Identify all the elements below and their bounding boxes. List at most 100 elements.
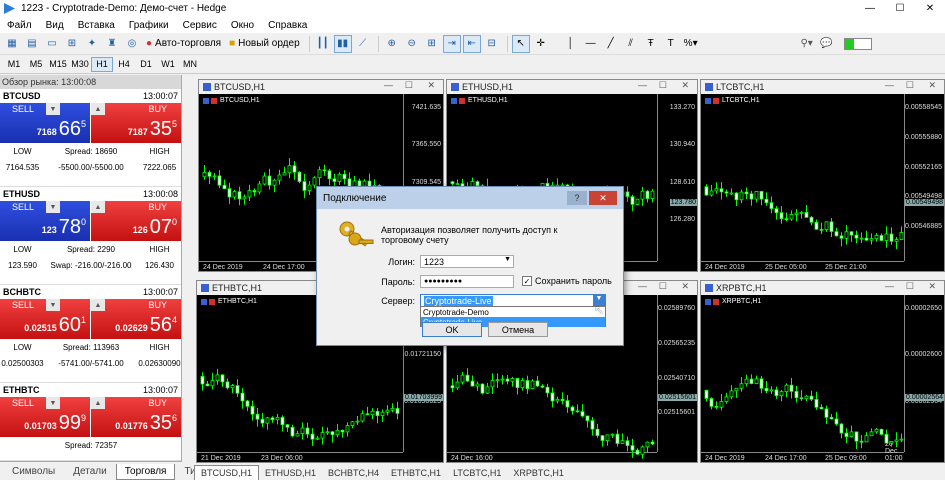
login-select[interactable]: 1223 ▼ (420, 255, 514, 268)
chart-tab-btcusd[interactable]: BTCUSD,H1 (194, 465, 260, 480)
candle-body (250, 406, 255, 415)
chart-tab-ethusd[interactable]: ETHUSD,H1 (259, 466, 322, 480)
chart-tab-ethbtc[interactable]: ETHBTC,H1 (385, 466, 447, 480)
buy-button[interactable]: ▲ BUY 0.02629 56 4 (91, 299, 181, 339)
timeframe-d1[interactable]: D1 (135, 57, 157, 72)
close-icon[interactable]: ✕ (928, 80, 936, 91)
timeframe-m1[interactable]: M1 (3, 57, 25, 72)
close-icon[interactable]: ✕ (681, 80, 689, 91)
price-tick: 0.00546885 (905, 223, 942, 231)
candle-body (245, 400, 250, 407)
indicators-icon[interactable]: ⊟ (483, 35, 501, 53)
maximize-icon[interactable]: ☐ (906, 281, 914, 292)
maximize-icon[interactable]: ☐ (659, 281, 667, 292)
maximize-icon[interactable]: ☐ (405, 80, 413, 91)
menu-charts[interactable]: Графики (122, 20, 176, 31)
vertical-line-icon[interactable]: │ (562, 35, 580, 53)
menu-help[interactable]: Справка (261, 20, 314, 31)
market-watch-icon[interactable]: ▭ (43, 35, 61, 53)
timeframe-m30[interactable]: M30 (69, 57, 91, 72)
chart-window[interactable]: XRPBTC,H1 — ☐ ✕ XRPBTC,H1 0.00002650 0.00… (700, 280, 945, 463)
sell-button[interactable]: SELL ▼ 0.02515 60 1 (0, 299, 90, 339)
zoom-out-icon[interactable]: ⊖ (403, 35, 421, 53)
line-chart-icon[interactable]: ⟋ (354, 35, 372, 53)
cancel-button[interactable]: Отмена (488, 322, 548, 337)
timeframe-m5[interactable]: M5 (25, 57, 47, 72)
sell-button[interactable]: SELL ▼ 7168 66 5 (0, 103, 90, 143)
crosshair-icon[interactable]: ✛ (532, 35, 550, 53)
tab-trading[interactable]: Торговля (115, 464, 176, 480)
sell-button[interactable]: SELL ▼ 0.01703 99 9 (0, 397, 90, 437)
chart-tab-ltcbtc[interactable]: LTCBTC,H1 (447, 466, 507, 480)
tab-details[interactable]: Детали (64, 463, 115, 480)
sell-button[interactable]: SELL ▼ 123 78 0 (0, 201, 90, 241)
text-icon[interactable]: T (662, 35, 680, 53)
profiles-icon[interactable]: ▤ (23, 35, 41, 53)
menu-tools[interactable]: Сервис (176, 20, 224, 31)
timeframe-h1[interactable]: H1 (91, 56, 113, 72)
server-option-demo[interactable]: Cryptotrade-Demo (421, 307, 605, 317)
cursor-icon[interactable]: ↖ (511, 34, 530, 53)
timeframe-h4[interactable]: H4 (113, 57, 135, 72)
minimize-icon[interactable]: — (638, 281, 647, 291)
data-window-icon[interactable]: ⊞ (63, 35, 81, 53)
new-order-button[interactable]: ■ Новый ордер (226, 35, 303, 53)
channel-icon[interactable]: ⫽ (622, 35, 640, 53)
horizontal-line-icon[interactable]: — (582, 35, 600, 53)
maximize-button[interactable]: ☐ (885, 0, 915, 17)
signals-icon[interactable]: ◎ (123, 35, 141, 53)
minimize-button[interactable]: — (855, 0, 885, 17)
buy-button[interactable]: ▲ BUY 126 07 0 (91, 201, 181, 241)
chart-shift-icon[interactable]: ⇤ (462, 34, 481, 53)
autotrade-button[interactable]: ● Авто-торговля (143, 35, 224, 53)
close-icon[interactable]: ✕ (681, 281, 689, 292)
candle-body (232, 191, 237, 198)
help-button[interactable]: ? (567, 191, 587, 205)
zoom-in-icon[interactable]: ⊕ (383, 35, 401, 53)
candle-body (839, 423, 844, 434)
new-chart-icon[interactable]: ▦ (3, 35, 21, 53)
menu-view[interactable]: Вид (39, 20, 71, 31)
dialog-close-button[interactable]: ✕ (589, 191, 617, 205)
chart-tab-xrpbtc[interactable]: XRPBTC,H1 (507, 466, 570, 480)
navigator-icon[interactable]: ✦ (83, 35, 101, 53)
maximize-icon[interactable]: ☐ (659, 80, 667, 91)
sell-label: SELL (12, 202, 35, 212)
tile-windows-icon[interactable]: ⊞ (423, 35, 441, 53)
autoscroll-icon[interactable]: ⇥ (442, 34, 461, 53)
chart-canvas[interactable]: LTCBTC,H1 0.00558545 0.00555880 0.00552165… (701, 94, 944, 271)
bar-chart-icon[interactable]: ┃┃ (314, 35, 332, 53)
chart-window[interactable]: LTCBTC,H1 — ☐ ✕ LTCBTC,H1 0.00558545 0.00… (700, 79, 945, 272)
minimize-icon[interactable]: — (638, 80, 647, 90)
minimize-icon[interactable]: — (885, 80, 894, 90)
toolbar-separator (506, 35, 508, 52)
buy-button[interactable]: ▲ BUY 0.01776 35 6 (91, 397, 181, 437)
timeframe-mn[interactable]: MN (179, 57, 201, 72)
ok-button[interactable]: OK (422, 322, 482, 337)
timeframe-m15[interactable]: M15 (47, 57, 69, 72)
menu-file[interactable]: Файл (0, 20, 39, 31)
password-field[interactable]: ●●●●●●●●● (420, 275, 514, 288)
search-icon[interactable]: ⚲▾ (798, 35, 816, 53)
minimize-icon[interactable]: — (885, 281, 894, 291)
shapes-icon[interactable]: %▾ (682, 35, 700, 53)
close-button[interactable]: ✕ (915, 0, 945, 17)
chart-tab-bchbtc[interactable]: BCHBTC,H4 (322, 466, 385, 480)
menu-insert[interactable]: Вставка (71, 20, 122, 31)
chat-icon[interactable]: 💬 (818, 35, 836, 53)
buy-button[interactable]: ▲ BUY 7187 35 5 (91, 103, 181, 143)
minimize-icon[interactable]: — (384, 80, 393, 90)
timeframe-w1[interactable]: W1 (157, 57, 179, 72)
maximize-icon[interactable]: ☐ (906, 80, 914, 91)
terminal-icon[interactable]: ♜ (103, 35, 121, 53)
tab-symbols[interactable]: Символы (3, 463, 64, 480)
menu-window[interactable]: Окно (224, 20, 261, 31)
chart-canvas[interactable]: XRPBTC,H1 0.00002650 0.00002600 0.00002564… (701, 295, 944, 462)
candlestick-icon[interactable]: ▮▮ (333, 34, 352, 53)
save-password-checkbox[interactable]: ✓ (522, 276, 532, 286)
close-icon[interactable]: ✕ (427, 80, 435, 91)
close-icon[interactable]: ✕ (928, 281, 936, 292)
candle-body (789, 214, 794, 220)
fibonacci-icon[interactable]: Ŧ (642, 35, 660, 53)
trend-line-icon[interactable]: ╱ (602, 35, 620, 53)
